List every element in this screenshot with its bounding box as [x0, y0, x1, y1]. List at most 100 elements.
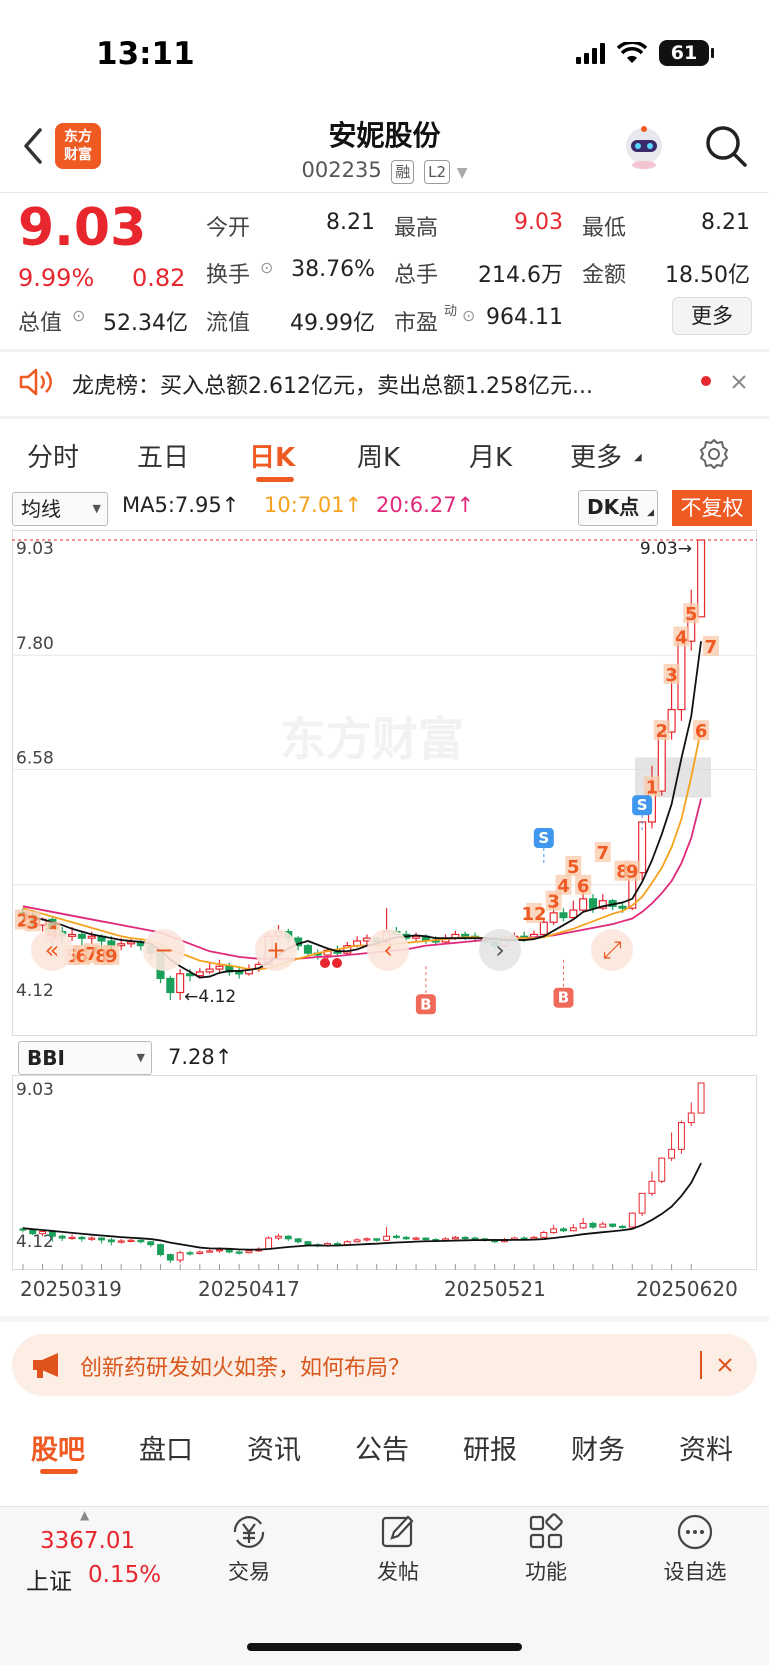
- mktcap-label: 总值: [18, 311, 63, 336]
- tab-weekly-k[interactable]: 周K: [357, 437, 400, 474]
- candle-body: [176, 973, 185, 994]
- zoom-in-button[interactable]: +: [255, 929, 297, 971]
- sub-candle-body: [225, 1249, 233, 1253]
- sub-candle-body: [363, 1238, 371, 1241]
- sub-candle-body: [471, 1237, 479, 1240]
- settings-gear-icon[interactable]: [697, 437, 731, 471]
- tab-finance[interactable]: 财务: [571, 1428, 625, 1467]
- candle-body: [68, 933, 77, 937]
- page-dot-icon: [320, 958, 330, 968]
- sub-candle-body: [628, 1212, 636, 1228]
- sub-candle-body: [589, 1222, 597, 1228]
- tab-intraday[interactable]: 分时: [27, 437, 79, 474]
- turnover-label: 换手: [206, 263, 251, 288]
- td-number-label: 7: [705, 637, 718, 658]
- battery-icon: 61: [659, 40, 714, 66]
- sub-candle-body: [216, 1249, 223, 1252]
- edit-pencil-icon: [381, 1515, 414, 1548]
- fullscreen-icon: ⤢: [602, 936, 621, 964]
- mktcap-value: 52.34亿: [103, 311, 188, 336]
- signal-icon: [576, 42, 605, 64]
- candle-body: [195, 971, 204, 977]
- expand-up-icon[interactable]: ▲: [80, 1508, 89, 1522]
- ma20-value: 20:6.27↑: [376, 493, 475, 517]
- tab-profile[interactable]: 资料: [679, 1428, 733, 1467]
- more-quote-button[interactable]: 更多: [672, 297, 752, 335]
- next-day-button[interactable]: ›: [479, 929, 521, 971]
- nav-functions[interactable]: 功能: [491, 1512, 601, 1586]
- fullscreen-button[interactable]: ⤢: [591, 929, 633, 971]
- td-number-label: 6: [695, 721, 708, 742]
- sub-candle-body: [127, 1239, 135, 1242]
- margin-tag: 融: [391, 160, 415, 184]
- corner-triangle-icon: ◢: [647, 508, 654, 518]
- pe-label: 市盈: [394, 311, 439, 336]
- sub-candle-body: [88, 1237, 96, 1240]
- divider: [700, 1351, 702, 1379]
- prev-range-button[interactable]: «: [31, 929, 73, 971]
- speaker-icon: [19, 368, 52, 396]
- candle-body: [166, 977, 175, 994]
- candle-body: [549, 912, 558, 923]
- home-indicator: [247, 1643, 522, 1651]
- sub-candle-body: [235, 1251, 243, 1254]
- index-name: 上证: [26, 1569, 72, 1595]
- bbi-chart[interactable]: 9.03 4.12: [12, 1075, 757, 1270]
- candle-body: [559, 912, 568, 919]
- td-number-label: 3: [26, 912, 39, 933]
- no-adjust-button[interactable]: 不复权: [672, 490, 752, 526]
- next-day-icon: ›: [495, 936, 505, 964]
- sub-candle-body: [540, 1232, 548, 1238]
- amount-label: 金额: [582, 263, 627, 288]
- tab-news[interactable]: 资讯: [247, 1428, 301, 1467]
- float-value: 49.99亿: [290, 311, 375, 336]
- x-tick-label: 20250620: [636, 1277, 738, 1301]
- sub-candle-body: [451, 1236, 459, 1240]
- tab-pankou[interactable]: 盘口: [139, 1428, 193, 1467]
- sub-candle-body: [412, 1237, 420, 1240]
- tab-announcements[interactable]: 公告: [355, 1428, 409, 1467]
- index-value[interactable]: 3367.01: [40, 1528, 135, 1554]
- zoom-out-button[interactable]: −: [143, 929, 185, 971]
- dk-point-button[interactable]: DK点 ◢: [578, 490, 658, 526]
- tab-daily-k[interactable]: 日K: [249, 437, 295, 474]
- l2-tag: L2: [424, 160, 450, 184]
- search-icon[interactable]: [704, 124, 748, 168]
- watermark-text: 东方财富: [280, 712, 464, 766]
- low-label: 最低: [582, 216, 627, 241]
- close-icon[interactable]: [717, 1357, 733, 1373]
- signal-label: B: [558, 989, 569, 1007]
- sub-candle-body: [422, 1237, 430, 1241]
- kline-chart[interactable]: 东方财富9.037.806.584.1223456789123456789123…: [12, 530, 757, 1036]
- tab-research[interactable]: 研报: [463, 1428, 517, 1467]
- sub-candle-body: [265, 1237, 273, 1250]
- nav-add-watchlist[interactable]: 设自选: [640, 1512, 750, 1586]
- tab-guba[interactable]: 股吧: [31, 1428, 85, 1467]
- change-percent: 9.99%: [18, 264, 95, 292]
- open-label: 今开: [206, 216, 251, 241]
- y-tick-label: 9.03: [16, 539, 54, 559]
- candle-body: [205, 968, 214, 973]
- status-time: 13:11: [96, 36, 195, 72]
- y-tick-label: 4.12: [16, 981, 54, 1001]
- prev-day-button[interactable]: ‹: [367, 929, 409, 971]
- chevron-down-icon: ▼: [136, 1051, 145, 1064]
- tab-more[interactable]: 更多: [570, 437, 622, 474]
- tab-monthly-k[interactable]: 月K: [469, 437, 512, 474]
- sub-candle-body: [677, 1122, 685, 1150]
- tab-five-day[interactable]: 五日: [137, 437, 189, 474]
- indicator-select[interactable]: 均线 ▼: [12, 492, 108, 526]
- ma10-value: 10:7.01↑: [264, 493, 363, 517]
- td-number-label: 4: [557, 876, 570, 897]
- sub-candle-body: [383, 1235, 391, 1241]
- low-price-label: ←4.12: [184, 987, 236, 1007]
- status-icons: 61: [576, 40, 714, 66]
- assistant-robot-icon[interactable]: [620, 124, 668, 170]
- nav-trade[interactable]: 交易: [194, 1512, 304, 1586]
- chevron-down-icon: ▼: [92, 502, 101, 515]
- sub-indicator-select[interactable]: BBI ▼: [18, 1041, 152, 1075]
- nav-post[interactable]: 发帖: [343, 1512, 453, 1586]
- td-number-label: 9: [626, 862, 639, 883]
- close-icon[interactable]: [731, 374, 747, 390]
- sub-candle-body: [304, 1241, 312, 1246]
